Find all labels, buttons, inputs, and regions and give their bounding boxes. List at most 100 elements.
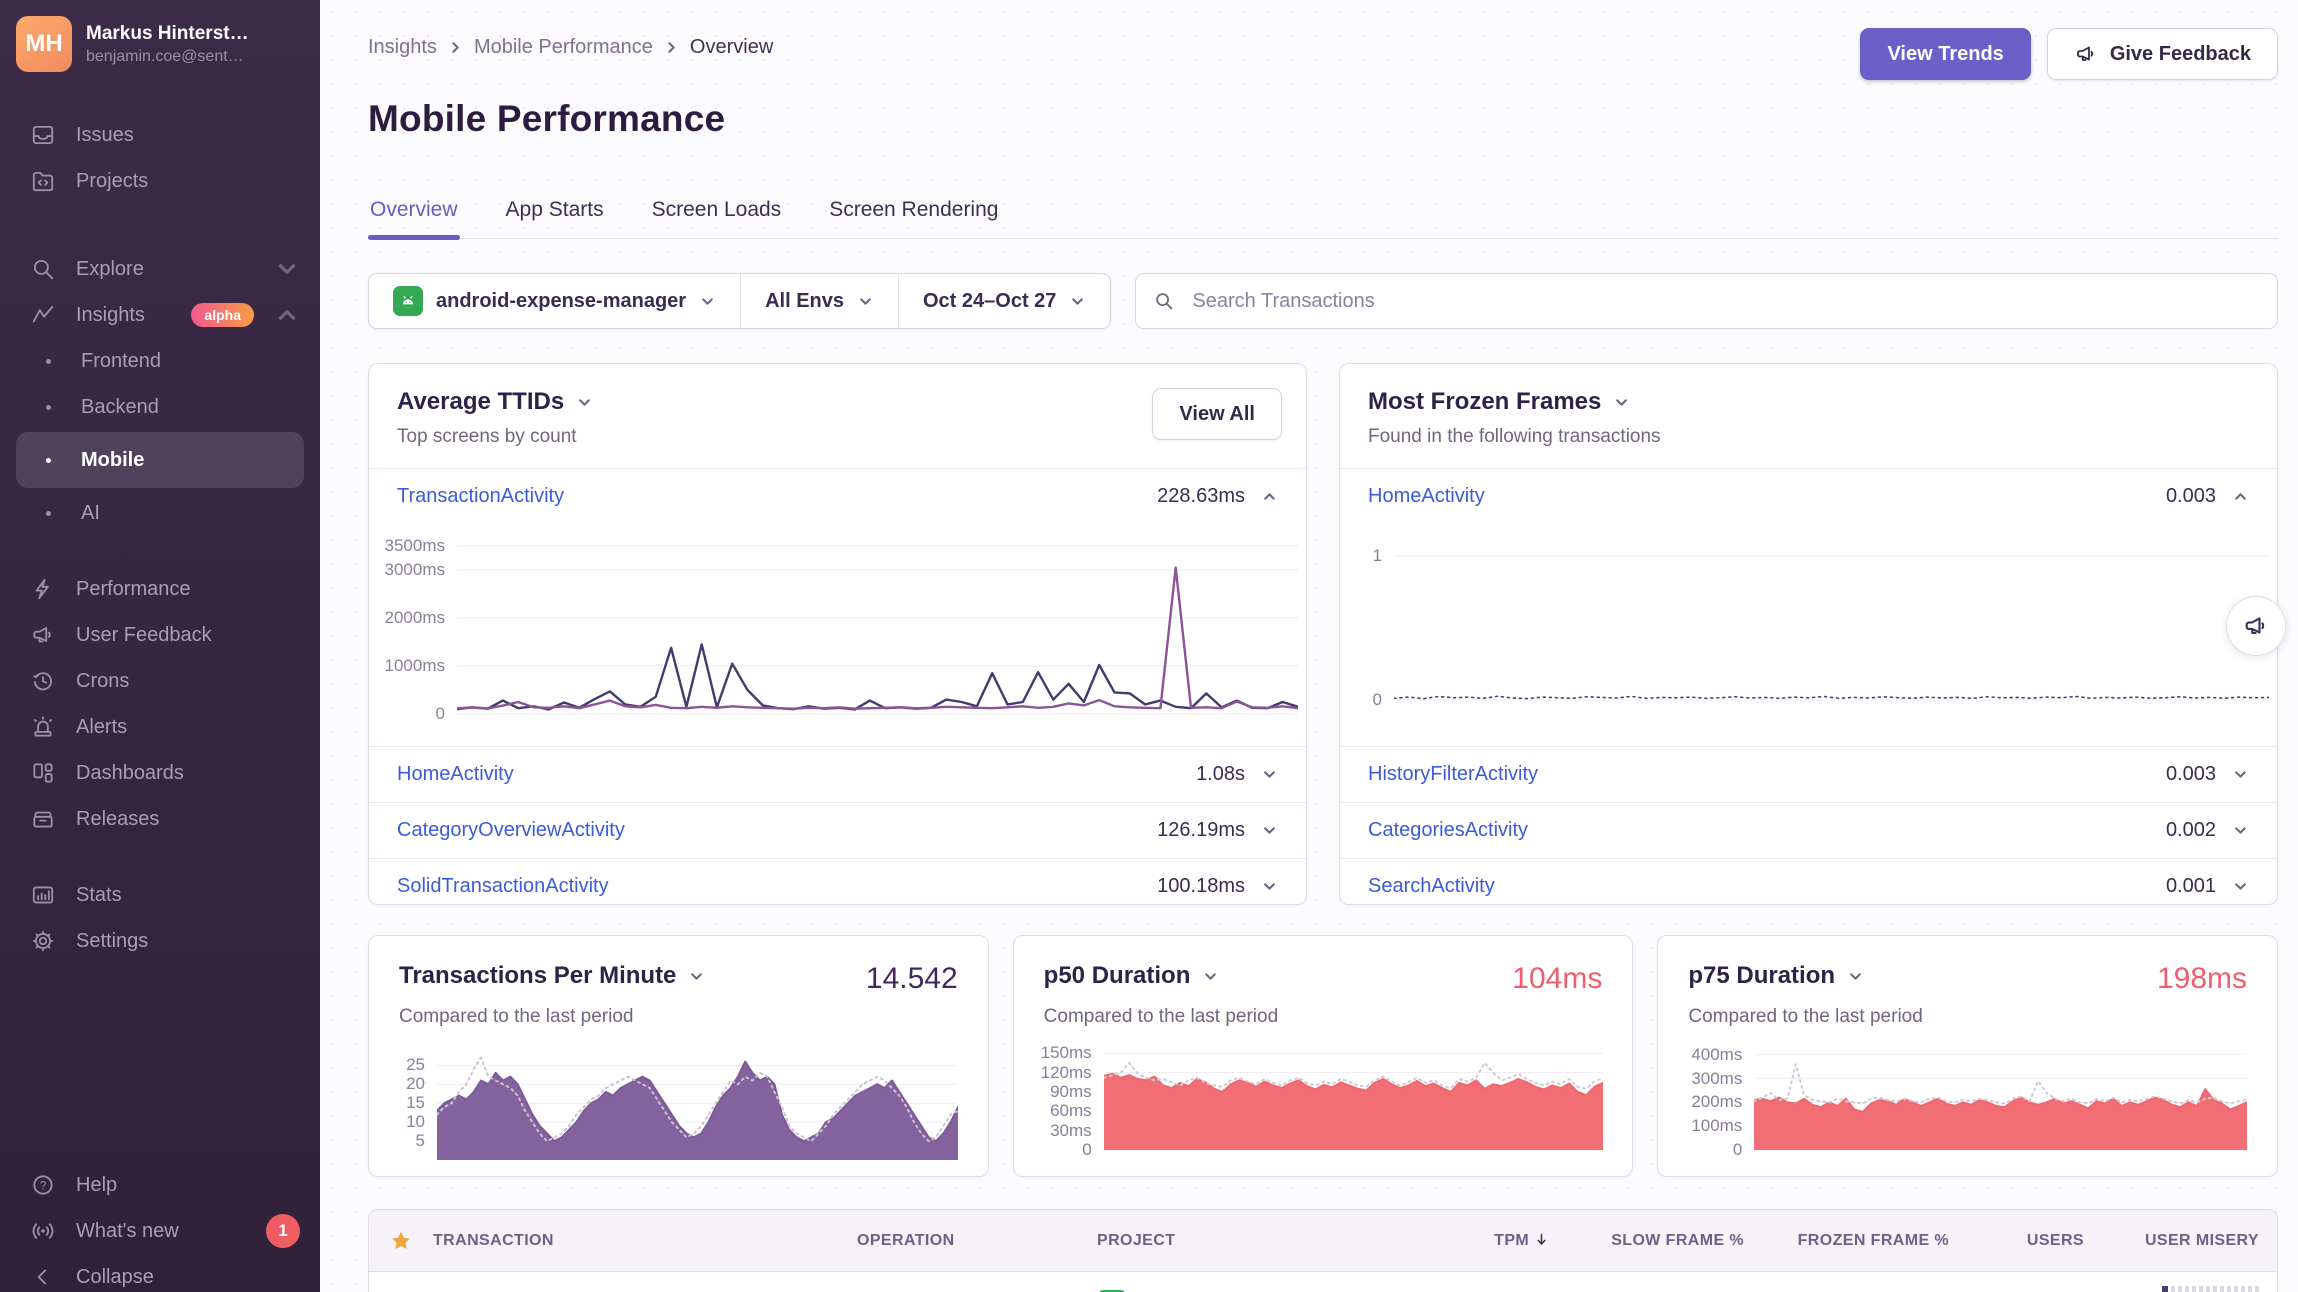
ttid-row[interactable]: HomeActivity 1.08s <box>369 746 1306 802</box>
ttid-row-expanded[interactable]: TransactionActivity 228.63ms <box>369 468 1306 524</box>
projects-icon <box>30 168 56 194</box>
transaction-link[interactable]: CategoryOverviewActivity <box>397 819 1157 842</box>
dashboard-grid-icon <box>30 760 56 786</box>
panel-title: Transactions Per Minute <box>399 962 676 990</box>
transaction-link[interactable]: SearchActivity <box>1368 875 2166 898</box>
insights-icon <box>30 302 56 328</box>
transaction-link[interactable]: HomeActivity <box>1368 485 2166 508</box>
chevron-down-icon[interactable] <box>2232 878 2249 895</box>
frozen-row[interactable]: SearchActivity 0.001 <box>1340 858 2277 905</box>
sidebar-item-insights[interactable]: Insights alpha <box>0 292 320 338</box>
give-feedback-button[interactable]: Give Feedback <box>2047 28 2278 80</box>
col-header-frozen-frame[interactable]: FROZEN FRAME % <box>1752 1232 1957 1250</box>
project-filter[interactable]: android-expense-manager <box>369 274 740 328</box>
tab-overview[interactable]: Overview <box>368 188 460 238</box>
sidebar-item-whats-new[interactable]: What's new 1 <box>0 1208 320 1254</box>
sidebar-item-user-feedback[interactable]: User Feedback <box>0 612 320 658</box>
main-content: Insights Mobile Performance Overview Vie… <box>320 0 2298 1292</box>
chevron-down-icon[interactable] <box>1261 822 1278 839</box>
star-header-icon[interactable] <box>369 1229 433 1253</box>
chevron-down-icon[interactable] <box>2232 766 2249 783</box>
p50-chart: 150ms120ms90ms60ms30ms0 <box>1038 1042 1603 1164</box>
transaction-link[interactable]: SolidTransactionActivity <box>397 875 1157 898</box>
environment-filter[interactable]: All Envs <box>740 274 898 328</box>
col-header-transaction[interactable]: TRANSACTION <box>433 1232 857 1250</box>
transaction-link[interactable]: HomeActivity <box>397 763 1196 786</box>
table-row[interactable]: TransactionActivity ui.load android-expe… <box>369 1272 2277 1292</box>
chevron-up-icon[interactable] <box>1261 488 1278 505</box>
sidebar-item-dashboards[interactable]: Dashboards <box>0 750 320 796</box>
bullet-icon <box>46 511 51 516</box>
ttid-row[interactable]: SolidTransactionActivity 100.18ms <box>369 858 1306 905</box>
view-trends-button[interactable]: View Trends <box>1860 28 2030 80</box>
user-menu[interactable]: MH Markus Hinterst… benjamin.coe@sent… <box>0 0 320 72</box>
col-header-slow-frame[interactable]: SLOW FRAME % <box>1557 1232 1752 1250</box>
frozen-row-expanded[interactable]: HomeActivity 0.003 <box>1340 468 2277 524</box>
col-header-users[interactable]: USERS <box>1957 1232 2092 1250</box>
p75-chart: 400ms300ms200ms100ms0 <box>1682 1042 2247 1164</box>
view-all-button[interactable]: View All <box>1152 388 1282 440</box>
sidebar-item-help[interactable]: ? Help <box>0 1162 320 1208</box>
sidebar-item-projects[interactable]: Projects <box>0 158 320 204</box>
sidebar-item-explore[interactable]: Explore <box>0 246 320 292</box>
tpm-panel: Transactions Per Minute 14.542 Compared … <box>368 935 989 1177</box>
sidebar-item-releases[interactable]: Releases <box>0 796 320 842</box>
sidebar-item-backend[interactable]: Backend <box>0 384 320 430</box>
date-range-filter[interactable]: Oct 24–Oct 27 <box>898 274 1110 328</box>
chevron-down-icon[interactable] <box>1847 968 1864 985</box>
sidebar-item-stats[interactable]: Stats <box>0 872 320 918</box>
broadcast-icon <box>30 1218 56 1244</box>
p75-duration-panel: p75 Duration 198ms Compared to the last … <box>1657 935 2278 1177</box>
chevron-down-icon[interactable] <box>1202 968 1219 985</box>
col-header-project[interactable]: PROJECT <box>1097 1232 1427 1250</box>
sidebar-collapse-button[interactable]: Collapse <box>0 1254 320 1292</box>
chevron-down-icon[interactable] <box>1261 878 1278 895</box>
search-input[interactable] <box>1135 273 2278 329</box>
user-email: benjamin.coe@sent… <box>86 48 249 66</box>
chevron-down-icon[interactable] <box>1613 394 1630 411</box>
col-header-user-misery[interactable]: USER MISERY <box>2092 1232 2277 1250</box>
chevron-down-icon <box>699 293 716 310</box>
chevron-down-icon[interactable] <box>576 394 593 411</box>
breadcrumb-mobile-performance[interactable]: Mobile Performance <box>474 36 653 59</box>
panel-subtitle: Compared to the last period <box>1044 1006 1603 1028</box>
sidebar-item-settings[interactable]: Settings <box>0 918 320 964</box>
chevron-right-icon <box>663 39 680 56</box>
search-icon <box>30 256 56 282</box>
android-icon <box>393 286 423 316</box>
siren-icon <box>30 714 56 740</box>
frozen-row[interactable]: HistoryFilterActivity 0.003 <box>1340 746 2277 802</box>
tab-screen-rendering[interactable]: Screen Rendering <box>827 188 1000 238</box>
chevron-down-icon[interactable] <box>1261 766 1278 783</box>
transaction-link[interactable]: CategoriesActivity <box>1368 819 2166 842</box>
sidebar: MH Markus Hinterst… benjamin.coe@sent… I… <box>0 0 320 1292</box>
megaphone-icon <box>2242 612 2270 640</box>
sidebar-item-crons[interactable]: Crons <box>0 658 320 704</box>
most-frozen-frames-panel: Most Frozen Frames Found in the followin… <box>1339 363 2278 905</box>
breadcrumb-insights[interactable]: Insights <box>368 36 437 59</box>
user-misery-cell <box>2092 1286 2277 1292</box>
gear-icon <box>30 928 56 954</box>
sidebar-item-alerts[interactable]: Alerts <box>0 704 320 750</box>
col-header-operation[interactable]: OPERATION <box>857 1232 1097 1250</box>
floating-feedback-button[interactable] <box>2226 596 2286 656</box>
frozen-row[interactable]: CategoriesActivity 0.002 <box>1340 802 2277 858</box>
col-header-tpm[interactable]: TPM <box>1427 1232 1557 1250</box>
sidebar-item-performance[interactable]: Performance <box>0 566 320 612</box>
chevron-down-icon[interactable] <box>688 968 705 985</box>
ttid-row[interactable]: CategoryOverviewActivity 126.19ms <box>369 802 1306 858</box>
transaction-link[interactable]: HistoryFilterActivity <box>1368 763 2166 786</box>
sidebar-item-mobile[interactable]: Mobile <box>16 432 304 488</box>
lightning-icon <box>30 576 56 602</box>
transaction-link[interactable]: TransactionActivity <box>397 485 1157 508</box>
chevron-up-icon[interactable] <box>2232 488 2249 505</box>
sidebar-item-ai[interactable]: AI <box>0 490 320 536</box>
bullet-icon <box>46 359 51 364</box>
tab-screen-loads[interactable]: Screen Loads <box>650 188 784 238</box>
avatar: MH <box>16 16 72 72</box>
tab-app-starts[interactable]: App Starts <box>504 188 606 238</box>
chevron-down-icon[interactable] <box>2232 822 2249 839</box>
sidebar-item-frontend[interactable]: Frontend <box>0 338 320 384</box>
bar-chart-icon <box>30 882 56 908</box>
sidebar-item-issues[interactable]: Issues <box>0 112 320 158</box>
